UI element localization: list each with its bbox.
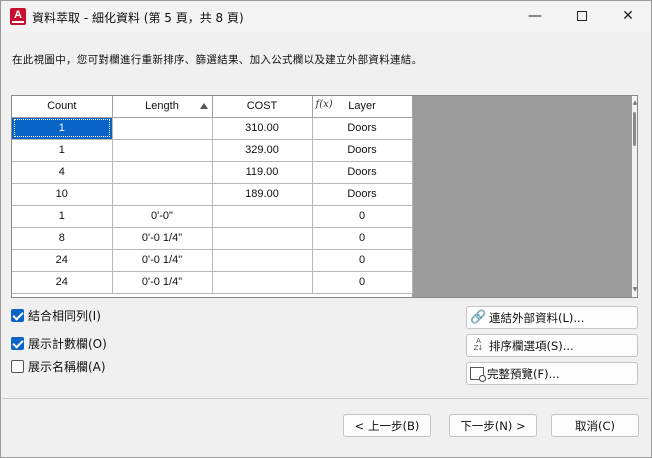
table-cell[interactable]: 1 xyxy=(12,139,113,162)
grid-body: 1 310.00 Doors 1 329.00 Doors 4 119.00 Doors 10 18… xyxy=(12,117,413,294)
data-extraction-dialog: A 資料萃取 - 細化資料 (第 5 頁，共 8 頁) — ✕ 在此視圖中，您可… xyxy=(0,0,652,458)
table-cell[interactable]: 8 xyxy=(12,227,113,250)
data-table: Count Length COST f(x) Layer 1 310.00 Doors… xyxy=(12,96,413,294)
table-cell[interactable] xyxy=(212,227,313,250)
description-text: 在此視圖中，您可對欄進行重新排序、篩選結果、加入公式欄以及建立外部資料連結。 xyxy=(12,54,423,66)
show-count-option[interactable]: 展示計數欄(O) xyxy=(11,335,107,352)
table-cell[interactable] xyxy=(212,205,313,228)
show-count-label: 展示計數欄(O) xyxy=(28,337,107,351)
table-cell[interactable]: 0 xyxy=(312,205,413,228)
table-cell[interactable]: 10 xyxy=(12,183,113,206)
minimize-icon: — xyxy=(528,8,542,24)
table-cell[interactable]: Doors xyxy=(312,183,413,206)
table-cell[interactable]: 119.00 xyxy=(212,161,313,184)
sort-ascending-icon xyxy=(199,103,208,109)
table-cell[interactable]: 24 xyxy=(12,271,113,294)
minimize-button[interactable]: — xyxy=(512,1,558,32)
table-cell[interactable]: 329.00 xyxy=(212,139,313,162)
scroll-thumb[interactable] xyxy=(633,112,636,146)
table-cell[interactable] xyxy=(212,249,313,272)
table-cell[interactable]: Doors xyxy=(312,139,413,162)
maximize-icon xyxy=(577,11,587,21)
column-header-cost[interactable]: COST xyxy=(212,96,313,118)
close-button[interactable]: ✕ xyxy=(605,1,651,32)
scroll-up-icon[interactable]: ▲ xyxy=(632,100,637,106)
column-header-length[interactable]: Length xyxy=(112,96,213,118)
show-name-checkbox[interactable] xyxy=(11,360,24,373)
column-header-layer[interactable]: f(x) Layer xyxy=(312,96,413,118)
table-cell[interactable]: 310.00 xyxy=(212,117,313,140)
grid-table-area: Count Length COST f(x) Layer 1 310.00 Doors… xyxy=(12,96,413,297)
table-cell[interactable]: 0'-0 1/4" xyxy=(112,227,213,250)
show-name-option[interactable]: 展示名稱欄(A) xyxy=(11,358,106,375)
table-row[interactable]: 24 0'-0 1/4" 0 xyxy=(12,249,413,272)
table-row[interactable]: 4 119.00 Doors xyxy=(12,161,413,184)
next-button[interactable]: 下一步(N) > xyxy=(449,414,537,437)
link-external-data-button[interactable]: 🔗 連結外部資料(L)... xyxy=(466,306,638,329)
footer-separator xyxy=(3,398,649,399)
table-row[interactable]: 1 329.00 Doors xyxy=(12,139,413,162)
show-name-label: 展示名稱欄(A) xyxy=(28,360,106,374)
full-preview-button[interactable]: 完整預覽(F)... xyxy=(466,362,638,385)
table-cell[interactable]: 0'-0 1/4" xyxy=(112,271,213,294)
table-cell[interactable] xyxy=(112,139,213,162)
table-row[interactable]: 1 0'-0" 0 xyxy=(12,205,413,228)
combine-rows-checkbox[interactable] xyxy=(11,309,24,322)
combine-rows-label: 結合相同列(I) xyxy=(28,309,101,323)
table-cell[interactable]: Doors xyxy=(312,161,413,184)
combine-rows-option[interactable]: 結合相同列(I) xyxy=(11,307,101,324)
show-count-checkbox[interactable] xyxy=(11,337,24,350)
table-cell[interactable]: 4 xyxy=(12,161,113,184)
table-row[interactable]: 24 0'-0 1/4" 0 xyxy=(12,271,413,294)
table-cell[interactable]: 0'-0" xyxy=(112,205,213,228)
preview-icon xyxy=(470,367,486,382)
table-cell[interactable]: Doors xyxy=(312,117,413,140)
table-cell[interactable]: 0 xyxy=(312,249,413,272)
table-cell[interactable] xyxy=(112,161,213,184)
autocad-app-icon: A xyxy=(10,8,26,25)
table-cell[interactable]: 24 xyxy=(12,249,113,272)
header-row: Count Length COST f(x) Layer xyxy=(12,96,413,118)
table-row[interactable]: 8 0'-0 1/4" 0 xyxy=(12,227,413,250)
cancel-button[interactable]: 取消(C) xyxy=(551,414,639,437)
table-cell[interactable]: 0 xyxy=(312,227,413,250)
title-bar: A 資料萃取 - 細化資料 (第 5 頁，共 8 頁) — ✕ xyxy=(1,1,651,32)
table-cell[interactable]: 1 xyxy=(12,205,113,228)
table-cell[interactable]: 0 xyxy=(312,271,413,294)
sort-columns-button[interactable]: A Z↓ 排序欄選項(S)... xyxy=(466,334,638,357)
table-row[interactable]: 10 189.00 Doors xyxy=(12,183,413,206)
link-icon: 🔗 xyxy=(470,309,487,325)
maximize-button[interactable] xyxy=(559,1,605,32)
back-button[interactable]: < 上一步(B) xyxy=(343,414,431,437)
table-cell[interactable] xyxy=(112,117,213,140)
vertical-scrollbar[interactable]: ▲ ▼ xyxy=(632,96,637,297)
data-grid[interactable]: Count Length COST f(x) Layer 1 310.00 Doors… xyxy=(11,95,638,298)
table-cell[interactable]: 0'-0 1/4" xyxy=(112,249,213,272)
scroll-down-icon[interactable]: ▼ xyxy=(632,287,637,293)
window-title: 資料萃取 - 細化資料 (第 5 頁，共 8 頁) xyxy=(32,11,244,25)
formula-icon: f(x) xyxy=(315,99,333,110)
table-row[interactable]: 1 310.00 Doors xyxy=(12,117,413,140)
table-cell[interactable] xyxy=(212,271,313,294)
table-cell[interactable]: 189.00 xyxy=(212,183,313,206)
table-cell[interactable] xyxy=(112,183,213,206)
column-header-count[interactable]: Count xyxy=(12,96,113,118)
close-icon: ✕ xyxy=(622,8,634,24)
sort-az-icon: A Z↓ xyxy=(473,336,484,352)
table-cell[interactable]: 1 xyxy=(12,117,113,140)
